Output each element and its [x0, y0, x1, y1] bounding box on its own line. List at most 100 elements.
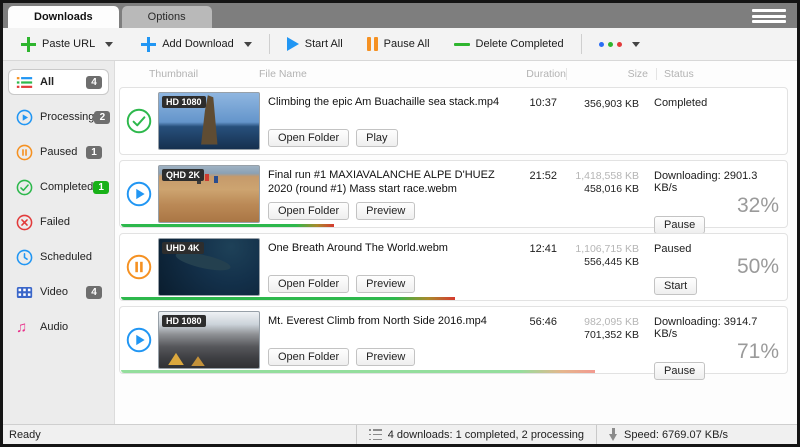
minus-icon — [454, 43, 470, 46]
video-thumbnail[interactable]: QHD 2K — [158, 165, 260, 223]
quality-badge: UHD 4K — [162, 242, 204, 254]
sidebar-item-video[interactable]: Video 4 — [8, 279, 109, 305]
dots-icon — [599, 42, 622, 47]
size-done: 356,903 KB — [557, 98, 639, 110]
status-bar: Ready 4 downloads: 1 completed, 2 proces… — [3, 424, 797, 444]
music-note-icon: ♫ — [16, 319, 33, 336]
error-circle-icon — [16, 214, 33, 231]
more-actions-button[interactable] — [594, 39, 645, 50]
file-name: Final run #1 MAXIAVALANCHE ALPE D'HUEZ 2… — [268, 168, 503, 197]
sidebar-item-audio[interactable]: ♫ Audio — [8, 314, 109, 340]
file-name: Mt. Everest Climb from North Side 2016.m… — [268, 314, 503, 328]
table-row[interactable]: HD 1080 Mt. Everest Climb from North Sid… — [119, 306, 788, 374]
table-rows: HD 1080 Climbing the epic Am Buachaille … — [115, 85, 797, 424]
progress-bar — [121, 297, 455, 300]
toolbar-separator — [269, 34, 270, 54]
size: 1,106,715 KB 556,445 KB — [557, 234, 639, 300]
file-name: Climbing the epic Am Buachaille sea stac… — [268, 95, 503, 109]
check-circle-icon — [126, 108, 152, 134]
downloads-list: Thumbnail File Name Duration Size Status… — [115, 61, 797, 424]
size-done: 701,352 KB — [557, 329, 639, 341]
size-total: 1,418,558 KB — [557, 170, 639, 182]
tab-downloads[interactable]: Downloads — [8, 6, 119, 28]
size: 982,095 KB 701,352 KB — [557, 307, 639, 373]
add-download-button[interactable]: Add Download — [136, 34, 257, 55]
table-row[interactable]: HD 1080 Climbing the epic Am Buachaille … — [119, 87, 788, 155]
progress-bar — [121, 224, 334, 227]
clock-icon — [16, 249, 33, 266]
video-thumbnail[interactable]: UHD 4K — [158, 238, 260, 296]
preview-button[interactable]: Preview — [356, 348, 415, 366]
sidebar-item-completed[interactable]: Completed 1 — [8, 174, 109, 200]
pause-circle-icon — [16, 144, 33, 161]
play-icon — [287, 37, 299, 51]
duration: 56:46 — [511, 307, 557, 373]
video-thumbnail[interactable]: HD 1080 — [158, 311, 260, 369]
download-arrow-icon — [609, 428, 618, 441]
column-status: Status — [656, 68, 788, 80]
column-thumbnail: Thumbnail — [119, 68, 259, 80]
size-total: 1,106,715 KB — [557, 243, 639, 255]
sidebar-item-all[interactable]: All 4 — [8, 69, 109, 95]
app-window: Downloads Options Paste URL Add Download… — [0, 0, 800, 447]
chevron-down-icon[interactable] — [244, 42, 252, 47]
delete-completed-button[interactable]: Delete Completed — [449, 35, 569, 53]
pause-icon — [367, 37, 378, 51]
open-folder-button[interactable]: Open Folder — [268, 202, 349, 220]
paste-url-button[interactable]: Paste URL — [16, 34, 118, 55]
play-button[interactable]: Play — [356, 129, 397, 147]
chevron-down-icon[interactable] — [105, 42, 113, 47]
progress-percent: 50% — [737, 256, 779, 277]
check-circle-icon — [16, 179, 33, 196]
quality-badge: HD 1080 — [162, 315, 206, 327]
quality-badge: HD 1080 — [162, 96, 206, 108]
size: 356,903 KB — [557, 88, 639, 154]
play-circle-icon — [126, 327, 152, 353]
size: 1,418,558 KB 458,016 KB — [557, 161, 639, 227]
table-row[interactable]: QHD 2K Final run #1 MAXIAVALANCHE ALPE D… — [119, 160, 788, 228]
sidebar-item-scheduled[interactable]: Scheduled — [8, 244, 109, 270]
pause-all-button[interactable]: Pause All — [362, 34, 435, 54]
progress-percent: 71% — [737, 341, 779, 362]
column-size: Size — [566, 68, 648, 80]
film-icon — [16, 284, 33, 301]
tab-options[interactable]: Options — [122, 6, 212, 28]
count-badge: 1 — [93, 181, 109, 194]
size-done: 458,016 KB — [557, 183, 639, 195]
count-badge: 4 — [86, 76, 102, 89]
sidebar-item-paused[interactable]: Paused 1 — [8, 139, 109, 165]
status-ready: Ready — [9, 429, 41, 441]
sidebar-item-processing[interactable]: Processing 2 — [8, 104, 109, 130]
status-text: Downloading: 2901.3 KB/s — [654, 170, 779, 194]
start-all-button[interactable]: Start All — [282, 34, 348, 54]
open-folder-button[interactable]: Open Folder — [268, 275, 349, 293]
quality-badge: QHD 2K — [162, 169, 204, 181]
open-folder-button[interactable]: Open Folder — [268, 129, 349, 147]
open-folder-button[interactable]: Open Folder — [268, 348, 349, 366]
chevron-down-icon[interactable] — [632, 42, 640, 47]
size-done: 556,445 KB — [557, 256, 639, 268]
status-text: Downloading: 3914.7 KB/s — [654, 316, 779, 340]
preview-button[interactable]: Preview — [356, 275, 415, 293]
pause-button[interactable]: Pause — [654, 362, 705, 380]
count-badge: 4 — [86, 286, 102, 299]
start-button[interactable]: Start — [654, 277, 697, 295]
progress-bar — [121, 370, 595, 373]
pause-circle-icon — [126, 254, 152, 280]
plus-icon — [21, 37, 36, 52]
progress-percent: 32% — [737, 195, 779, 216]
table-row[interactable]: UHD 4K One Breath Around The World.webm … — [119, 233, 788, 301]
main-area: All 4 Processing 2 Paused 1 — [3, 61, 797, 424]
downloads-summary: 4 downloads: 1 completed, 2 processing — [357, 429, 596, 441]
tab-strip: Downloads Options — [3, 3, 797, 28]
preview-button[interactable]: Preview — [356, 202, 415, 220]
duration: 12:41 — [511, 234, 557, 300]
pause-button[interactable]: Pause — [654, 216, 705, 234]
menu-icon[interactable] — [752, 9, 786, 23]
count-badge: 1 — [86, 146, 102, 159]
video-thumbnail[interactable]: HD 1080 — [158, 92, 260, 150]
sidebar-item-failed[interactable]: Failed — [8, 209, 109, 235]
duration: 10:37 — [511, 88, 557, 154]
list-icon — [369, 429, 382, 440]
column-duration: Duration — [520, 68, 566, 80]
